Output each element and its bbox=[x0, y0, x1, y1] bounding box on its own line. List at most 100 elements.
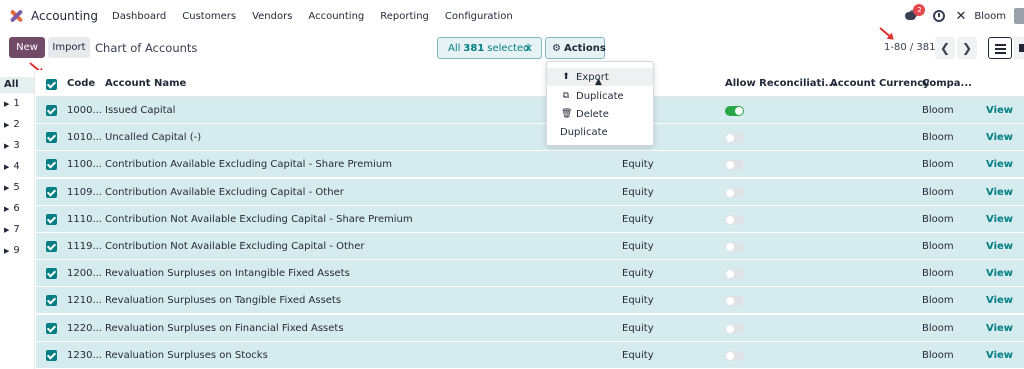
sidebar-group-1[interactable]: ▶ 1 bbox=[4, 98, 20, 109]
cell-account-name: Contribution Not Available Excluding Cap… bbox=[105, 241, 365, 252]
table-row[interactable]: 1010... Uncalled Capital (-) Bloom View bbox=[36, 124, 1024, 152]
row-checkbox[interactable] bbox=[46, 322, 57, 334]
sidebar-group-label: 1 bbox=[13, 98, 20, 109]
messages-icon[interactable]: 2 bbox=[905, 4, 926, 22]
cell-company: Bloom bbox=[922, 186, 954, 198]
row-view-link[interactable]: View bbox=[986, 105, 1013, 116]
action-delete[interactable]: 🗑 Delete bbox=[547, 105, 653, 123]
sidebar-group-9[interactable]: ▶ 9 bbox=[4, 245, 20, 256]
row-view-link[interactable]: View bbox=[986, 241, 1013, 252]
table-row[interactable]: 1110... Contribution Not Available Exclud… bbox=[36, 205, 1024, 233]
reconcile-toggle[interactable] bbox=[725, 323, 744, 334]
row-checkbox[interactable] bbox=[46, 132, 57, 144]
activity-clock-icon[interactable] bbox=[933, 10, 946, 22]
pager-next-button[interactable]: ❯ bbox=[957, 37, 977, 59]
column-code[interactable]: Code bbox=[67, 78, 95, 89]
reconcile-toggle[interactable] bbox=[725, 133, 744, 144]
menu-configuration[interactable]: Configuration bbox=[445, 11, 513, 22]
row-view-link[interactable]: View bbox=[986, 187, 1013, 198]
column-account-currency[interactable]: Account Currency bbox=[830, 78, 930, 89]
table-row[interactable]: 1109... Contribution Available Excluding … bbox=[36, 178, 1024, 206]
table-header: Code Account Name Allow Reconciliati... … bbox=[36, 70, 1024, 97]
row-checkbox[interactable] bbox=[46, 295, 57, 307]
table-row[interactable]: 1000... Issued Capital Bloom View bbox=[36, 97, 1024, 124]
selection-indicator[interactable]: All 381 selected ✕ bbox=[437, 37, 542, 59]
reconcile-toggle[interactable] bbox=[725, 242, 744, 252]
table-row[interactable]: 1230... Revaluation Surpluses on Stocks Eq… bbox=[36, 341, 1024, 369]
company-switcher[interactable]: Bloom bbox=[974, 11, 1006, 22]
main-menu: Dashboard Customers Vendors Accounting R… bbox=[112, 11, 529, 22]
reconcile-toggle[interactable] bbox=[725, 187, 744, 198]
column-company[interactable]: Compa... bbox=[922, 78, 972, 89]
sidebar-group-7[interactable]: ▶ 7 bbox=[4, 224, 20, 235]
action-export[interactable]: ⬆ Export ▲ bbox=[547, 68, 653, 87]
table-row[interactable]: 1119... Contribution Not Available Exclud… bbox=[36, 233, 1024, 260]
cell-account-name: Contribution Available Excluding Capital… bbox=[105, 159, 392, 171]
menu-dashboard[interactable]: Dashboard bbox=[112, 11, 166, 22]
row-view-link[interactable]: View bbox=[986, 350, 1013, 361]
debug-tools-icon[interactable]: ✕ bbox=[955, 9, 966, 24]
user-avatar[interactable] bbox=[1014, 8, 1024, 24]
sidebar-group-4[interactable]: ▶ 4 bbox=[4, 161, 20, 172]
menu-reporting[interactable]: Reporting bbox=[380, 11, 429, 22]
clear-selection-icon[interactable]: ✕ bbox=[524, 42, 533, 55]
import-button[interactable]: Import bbox=[48, 37, 90, 58]
cell-code: 1110... bbox=[67, 213, 102, 225]
cell-account-name: Contribution Not Available Excluding Cap… bbox=[105, 213, 413, 225]
sidebar-item-all[interactable]: All bbox=[0, 77, 34, 93]
reconcile-toggle[interactable] bbox=[725, 350, 744, 361]
caret-right-icon: ▶ bbox=[4, 100, 10, 108]
sidebar-group-label: 7 bbox=[13, 224, 20, 235]
sidebar-group-2[interactable]: ▶ 2 bbox=[4, 119, 20, 130]
select-all-checkbox[interactable] bbox=[46, 79, 57, 90]
row-view-link[interactable]: View bbox=[986, 214, 1013, 225]
action-duplicate[interactable]: ⧉ Duplicate bbox=[547, 87, 653, 105]
new-button[interactable]: New bbox=[9, 37, 45, 58]
menu-vendors[interactable]: Vendors bbox=[252, 11, 292, 22]
kanban-view-button[interactable] bbox=[1014, 37, 1024, 59]
reconcile-toggle[interactable] bbox=[725, 269, 744, 280]
pager-value[interactable]: 1-80 / 381 bbox=[884, 42, 936, 53]
app-brand[interactable]: Accounting bbox=[9, 9, 98, 23]
table-row[interactable]: 1200... Revaluation Surpluses on Intangib… bbox=[36, 260, 1024, 288]
row-view-link[interactable]: View bbox=[986, 159, 1013, 170]
reconcile-toggle[interactable] bbox=[725, 296, 744, 307]
row-view-link[interactable]: View bbox=[986, 132, 1013, 143]
row-checkbox[interactable] bbox=[46, 349, 57, 361]
sidebar-group-label: 2 bbox=[13, 119, 20, 130]
reconcile-toggle[interactable] bbox=[725, 160, 744, 171]
table-row[interactable]: 1100... Contribution Available Excluding … bbox=[36, 151, 1024, 179]
row-checkbox[interactable] bbox=[46, 213, 57, 225]
actions-button[interactable]: ⚙ Actions bbox=[545, 37, 606, 59]
actions-dropdown: ⬆ Export ▲ ⧉ Duplicate 🗑 Delete Duplicat… bbox=[546, 61, 654, 146]
row-view-link[interactable]: View bbox=[986, 268, 1013, 279]
sidebar-group-5[interactable]: ▶ 5 bbox=[4, 182, 20, 193]
table-row[interactable]: 1210... Revaluation Surpluses on Tangible… bbox=[36, 287, 1024, 315]
action-duplicate-2[interactable]: Duplicate bbox=[547, 123, 653, 141]
menu-accounting[interactable]: Accounting bbox=[308, 11, 364, 22]
column-allow-reconciliation[interactable]: Allow Reconciliati... bbox=[725, 78, 836, 89]
row-view-link[interactable]: View bbox=[986, 295, 1013, 306]
cell-company: Bloom bbox=[922, 268, 954, 280]
reconcile-toggle[interactable] bbox=[725, 106, 744, 116]
row-checkbox[interactable] bbox=[46, 159, 57, 171]
sidebar-group-6[interactable]: ▶ 6 bbox=[4, 203, 20, 214]
caret-right-icon: ▶ bbox=[4, 247, 10, 255]
row-view-link[interactable]: View bbox=[986, 323, 1013, 334]
sidebar-group-label: 3 bbox=[13, 140, 20, 151]
cell-company: Bloom bbox=[922, 132, 954, 144]
row-checkbox[interactable] bbox=[46, 186, 57, 198]
column-account-name[interactable]: Account Name bbox=[105, 78, 186, 89]
row-checkbox[interactable] bbox=[46, 241, 57, 252]
page-title[interactable]: Chart of Accounts bbox=[95, 41, 197, 55]
reconcile-toggle[interactable] bbox=[725, 214, 744, 225]
row-checkbox[interactable] bbox=[46, 268, 57, 280]
sidebar-group-3[interactable]: ▶ 3 bbox=[4, 140, 20, 151]
caret-right-icon: ▶ bbox=[4, 226, 10, 234]
gear-icon: ⚙ bbox=[552, 42, 561, 54]
table-row[interactable]: 1220... Revaluation Surpluses on Financia… bbox=[36, 314, 1024, 342]
row-checkbox[interactable] bbox=[46, 105, 57, 116]
pager-previous-button[interactable]: ❮ bbox=[935, 37, 955, 59]
list-view-button[interactable] bbox=[988, 37, 1012, 59]
menu-customers[interactable]: Customers bbox=[182, 11, 236, 22]
